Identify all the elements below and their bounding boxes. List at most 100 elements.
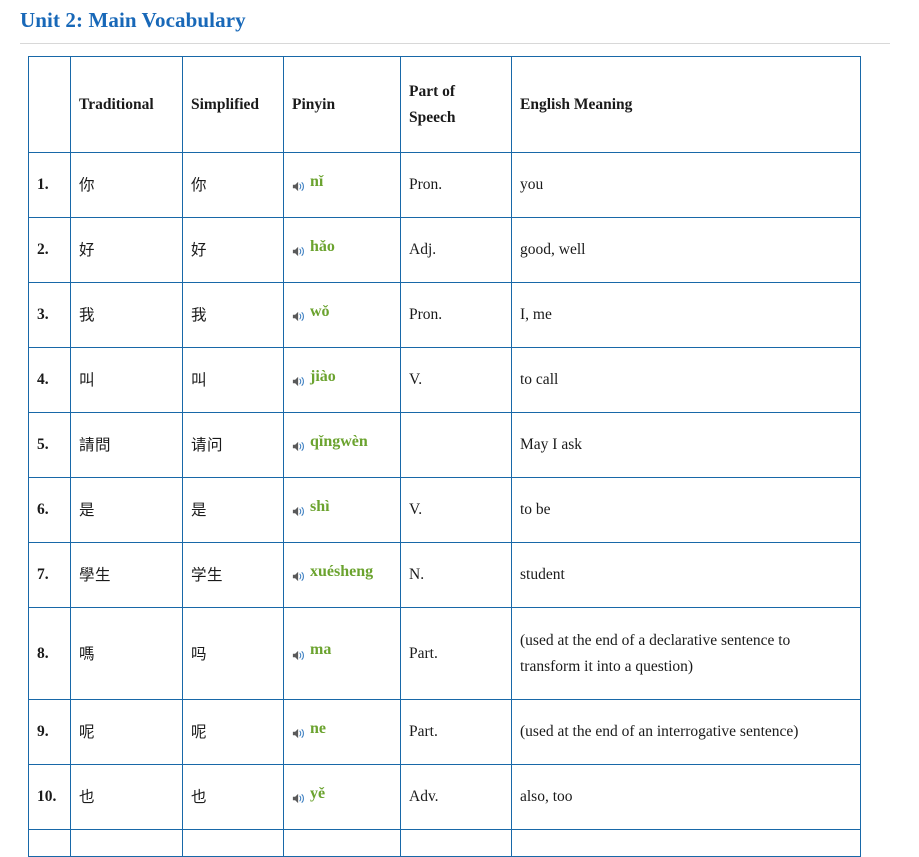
- cell-english-meaning: good, well: [511, 217, 861, 283]
- pinyin-audio-link[interactable]: xuésheng: [292, 559, 373, 585]
- cell-english-meaning: also, too: [511, 764, 861, 830]
- cell-part-of-speech: V.: [400, 477, 512, 543]
- column-header-simplified: Simplified: [182, 56, 284, 153]
- pinyin-text[interactable]: hǎo: [310, 234, 335, 260]
- row-number: 1.: [28, 152, 71, 218]
- pinyin-text[interactable]: wǒ: [310, 299, 330, 325]
- pinyin-audio-link[interactable]: jiào: [292, 364, 336, 390]
- row-number: 8.: [28, 607, 71, 700]
- cell-english-meaning: to be: [511, 477, 861, 543]
- speaker-icon[interactable]: [292, 241, 306, 257]
- cell-traditional: 你: [70, 152, 183, 218]
- cell-simplified: 叫: [182, 347, 284, 413]
- table-row: 2. 好好 hǎo Adj. good, well: [28, 217, 861, 283]
- cell-pinyin: jiào: [283, 347, 401, 413]
- cell-clipped: [28, 829, 71, 857]
- speaker-icon[interactable]: [292, 566, 306, 582]
- cell-simplified: 请问: [182, 412, 284, 478]
- table-header-row: Traditional Simplified Pinyin Part of Sp…: [28, 56, 861, 153]
- cell-simplified: 是: [182, 477, 284, 543]
- column-header-number: [28, 56, 71, 153]
- pinyin-audio-link[interactable]: yě: [292, 781, 325, 807]
- table-row: 1. 你你 nǐ Pron. you: [28, 152, 861, 218]
- row-number: 10.: [28, 764, 71, 830]
- table-row: 7. 學生 学生 xuésheng N. student: [28, 542, 861, 608]
- cell-pinyin: wǒ: [283, 282, 401, 348]
- cell-english-meaning: May I ask: [511, 412, 861, 478]
- cell-pinyin: yě: [283, 764, 401, 830]
- cell-traditional: 嗎: [70, 607, 183, 700]
- vocabulary-page: Unit 2: Main Vocabulary Traditional Simp…: [0, 0, 919, 857]
- cell-english-meaning: (used at the end of an interrogative sen…: [511, 699, 861, 765]
- cell-english-meaning: student: [511, 542, 861, 608]
- speaker-icon[interactable]: [292, 436, 306, 452]
- page-title: Unit 2: Main Vocabulary: [20, 8, 246, 32]
- table-row-partial: [28, 829, 861, 857]
- speaker-icon[interactable]: [292, 788, 306, 804]
- pinyin-text[interactable]: ma: [310, 637, 331, 663]
- row-number: 4.: [28, 347, 71, 413]
- vocabulary-table: Traditional Simplified Pinyin Part of Sp…: [28, 56, 861, 857]
- cell-traditional: 學生: [70, 542, 183, 608]
- pinyin-text[interactable]: shì: [310, 494, 330, 520]
- speaker-icon[interactable]: [292, 371, 306, 387]
- pinyin-text[interactable]: ne: [310, 716, 326, 742]
- pinyin-audio-link[interactable]: qǐngwèn: [292, 429, 368, 455]
- pinyin-text[interactable]: xuésheng: [310, 559, 373, 585]
- cell-simplified: 也: [182, 764, 284, 830]
- cell-part-of-speech: Adj.: [400, 217, 512, 283]
- cell-pinyin: ne: [283, 699, 401, 765]
- title-divider: [20, 43, 890, 44]
- pinyin-audio-link[interactable]: shì: [292, 494, 330, 520]
- cell-english-meaning: I, me: [511, 282, 861, 348]
- cell-pinyin: ma: [283, 607, 401, 700]
- cell-part-of-speech: Adv.: [400, 764, 512, 830]
- cell-traditional: 叫: [70, 347, 183, 413]
- cell-part-of-speech: Part.: [400, 699, 512, 765]
- speaker-icon[interactable]: [292, 306, 306, 322]
- pinyin-text[interactable]: nǐ: [310, 169, 323, 195]
- table-row: 4. 叫叫 jiào V. to call: [28, 347, 861, 413]
- pinyin-text[interactable]: yě: [310, 781, 325, 807]
- cell-traditional: 好: [70, 217, 183, 283]
- cell-clipped: [511, 829, 861, 857]
- cell-clipped: [283, 829, 401, 857]
- pinyin-audio-link[interactable]: ne: [292, 716, 326, 742]
- column-header-english-meaning: English Meaning: [511, 56, 861, 153]
- cell-pinyin: xuésheng: [283, 542, 401, 608]
- cell-english-meaning: to call: [511, 347, 861, 413]
- speaker-icon[interactable]: [292, 723, 306, 739]
- speaker-icon[interactable]: [292, 645, 306, 660]
- column-header-part-of-speech: Part of Speech: [400, 56, 512, 153]
- row-number: 6.: [28, 477, 71, 543]
- cell-simplified: 好: [182, 217, 284, 283]
- pinyin-audio-link[interactable]: ma: [292, 637, 331, 663]
- pinyin-audio-link[interactable]: wǒ: [292, 299, 330, 325]
- pinyin-audio-link[interactable]: hǎo: [292, 234, 335, 260]
- pinyin-text[interactable]: qǐngwèn: [310, 429, 368, 455]
- cell-simplified: 我: [182, 282, 284, 348]
- table-body: 1. 你你 nǐ Pron. you 2. 好好 hǎo Adj. good, well 3. 我我 w…: [28, 152, 861, 857]
- cell-pinyin: shì: [283, 477, 401, 543]
- cell-part-of-speech: Pron.: [400, 282, 512, 348]
- cell-traditional: 請問: [70, 412, 183, 478]
- cell-pinyin: nǐ: [283, 152, 401, 218]
- cell-part-of-speech: Pron.: [400, 152, 512, 218]
- vocabulary-table-container: Traditional Simplified Pinyin Part of Sp…: [28, 56, 861, 857]
- table-row: 10. 也也 yě Adv. also, too: [28, 764, 861, 830]
- speaker-icon[interactable]: [292, 501, 306, 517]
- row-number: 9.: [28, 699, 71, 765]
- cell-traditional: 是: [70, 477, 183, 543]
- cell-clipped: [70, 829, 183, 857]
- column-header-traditional: Traditional: [70, 56, 183, 153]
- table-row: 6. 是是 shì V. to be: [28, 477, 861, 543]
- cell-clipped: [400, 829, 512, 857]
- pinyin-text[interactable]: jiào: [310, 364, 336, 390]
- cell-part-of-speech: V.: [400, 347, 512, 413]
- pinyin-audio-link[interactable]: nǐ: [292, 169, 323, 195]
- cell-simplified: 学生: [182, 542, 284, 608]
- cell-pinyin: qǐngwèn: [283, 412, 401, 478]
- table-row: 8. 嗎吗 ma Part. (used at the end of a declara…: [28, 607, 861, 700]
- speaker-icon[interactable]: [292, 176, 306, 192]
- cell-simplified: 呢: [182, 699, 284, 765]
